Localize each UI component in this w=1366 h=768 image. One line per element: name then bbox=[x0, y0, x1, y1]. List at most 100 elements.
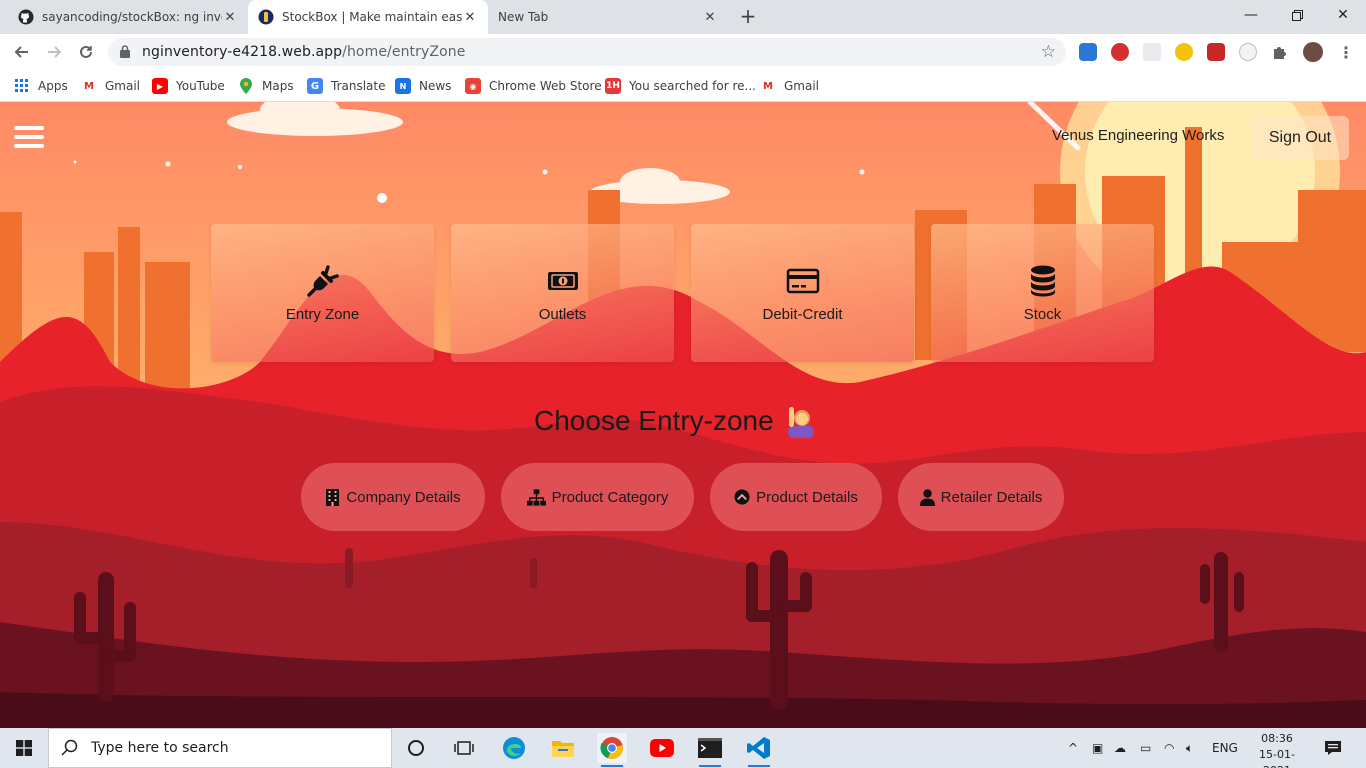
tab-new-tab[interactable]: New Tab ✕ bbox=[488, 0, 728, 34]
youtube-icon: ▶ bbox=[152, 78, 168, 94]
bookmark-news[interactable]: N News bbox=[395, 76, 451, 96]
translate-icon: G bbox=[307, 78, 323, 94]
network-icon[interactable]: ◠ bbox=[1164, 728, 1174, 768]
reload-button[interactable] bbox=[74, 40, 98, 64]
extension-moon-icon[interactable] bbox=[1175, 43, 1193, 61]
apps-grid-icon bbox=[14, 78, 30, 94]
meet-now-icon[interactable]: ▣ bbox=[1092, 728, 1103, 768]
task-view-icon[interactable] bbox=[449, 733, 479, 763]
button-label: Product Category bbox=[551, 488, 669, 506]
bookmark-gmail-2[interactable]: M Gmail bbox=[760, 76, 819, 96]
heading-text: Choose Entry-zone bbox=[534, 405, 774, 436]
plug-icon bbox=[306, 264, 339, 297]
language-indicator[interactable]: ENG bbox=[1212, 728, 1238, 768]
1h-icon: 1H bbox=[605, 78, 621, 94]
system-clock[interactable]: 08:36 15-01-2021 bbox=[1248, 731, 1306, 768]
card-entry-zone[interactable]: Entry Zone bbox=[211, 224, 434, 362]
sign-out-button[interactable]: Sign Out bbox=[1251, 116, 1349, 160]
chevron-up-icon[interactable]: ^ bbox=[1068, 728, 1078, 768]
retailer-details-button[interactable]: Retailer Details bbox=[898, 463, 1064, 531]
minimize-button[interactable]: — bbox=[1228, 0, 1274, 30]
card-label: Debit-Credit bbox=[762, 305, 843, 323]
bookmark-label: Gmail bbox=[784, 79, 820, 93]
search-placeholder: Type here to search bbox=[91, 740, 229, 756]
bookmark-label: Translate bbox=[331, 79, 386, 93]
maps-icon bbox=[238, 78, 254, 94]
windows-start-icon[interactable] bbox=[0, 728, 48, 768]
button-label: Company Details bbox=[346, 488, 461, 506]
back-button[interactable] bbox=[10, 40, 34, 64]
window-close-button[interactable]: ✕ bbox=[1320, 0, 1366, 30]
battery-icon[interactable]: ▭ bbox=[1140, 728, 1151, 768]
button-label: Retailer Details bbox=[940, 488, 1043, 506]
card-outlets[interactable]: Outlets bbox=[451, 224, 674, 362]
bookmark-label: Apps bbox=[38, 79, 68, 93]
gmail-icon: M bbox=[84, 80, 94, 92]
bookmark-translate[interactable]: G Translate bbox=[307, 76, 386, 96]
onedrive-icon[interactable]: ☁ bbox=[1114, 728, 1126, 768]
restore-button[interactable] bbox=[1274, 0, 1320, 30]
tab-github[interactable]: sayancoding/stockBox: ng invent ✕ bbox=[8, 0, 248, 34]
clock-time: 08:36 bbox=[1261, 732, 1293, 745]
tab-title: New Tab bbox=[498, 10, 549, 24]
extension-video-icon[interactable] bbox=[1207, 43, 1225, 61]
vscode-icon[interactable] bbox=[744, 733, 774, 767]
bookmark-star-icon[interactable]: ☆ bbox=[1041, 42, 1056, 62]
card-label: Outlets bbox=[538, 305, 587, 323]
puzzle-icon[interactable] bbox=[1271, 43, 1289, 61]
url-path: /home/entryZone bbox=[342, 44, 466, 60]
youtube-app-icon[interactable] bbox=[647, 733, 677, 763]
product-details-button[interactable]: Product Details bbox=[710, 463, 882, 531]
close-icon[interactable]: ✕ bbox=[462, 9, 478, 25]
product-category-button[interactable]: Product Category bbox=[501, 463, 694, 531]
forward-button[interactable] bbox=[42, 40, 66, 64]
address-bar[interactable]: nginventory-e4218.web.app/home/entryZone… bbox=[108, 38, 1066, 66]
adblock-icon[interactable] bbox=[1111, 43, 1129, 61]
terminal-icon[interactable] bbox=[695, 733, 725, 767]
bookmark-1h[interactable]: 1H You searched for re... bbox=[605, 76, 756, 96]
database-icon bbox=[1030, 265, 1055, 296]
bookmark-webstore[interactable]: ◉ Chrome Web Store bbox=[465, 76, 602, 96]
tab-title: StockBox | Make maintain easy bbox=[282, 10, 462, 24]
menu-kebab-icon[interactable]: ⋮ bbox=[1334, 40, 1358, 64]
extension-clock-icon[interactable] bbox=[1239, 43, 1257, 61]
stockbox-icon bbox=[258, 9, 274, 25]
browser-toolbar: nginventory-e4218.web.app/home/entryZone… bbox=[0, 34, 1366, 70]
company-details-button[interactable]: Company Details bbox=[301, 463, 485, 531]
bookmark-youtube[interactable]: ▶ YouTube bbox=[152, 76, 225, 96]
bookmark-label: YouTube bbox=[176, 79, 225, 93]
close-icon[interactable]: ✕ bbox=[702, 9, 718, 25]
tab-strip: sayancoding/stockBox: ng invent ✕ StockB… bbox=[0, 0, 1366, 34]
bookmarks-bar: Apps M Gmail ▶ YouTube Maps G Translate N Ne… bbox=[0, 70, 1366, 102]
tab-stockbox[interactable]: StockBox | Make maintain easy ✕ bbox=[248, 0, 488, 34]
card-label: Entry Zone bbox=[285, 305, 360, 323]
bookmark-apps[interactable]: Apps bbox=[14, 76, 68, 96]
edge-icon[interactable] bbox=[499, 733, 529, 763]
bookmark-maps[interactable]: Maps bbox=[238, 76, 294, 96]
volume-icon[interactable]: 🔈︎ bbox=[1186, 728, 1193, 768]
bookmark-label: Chrome Web Store bbox=[489, 79, 602, 93]
hamburger-menu-icon[interactable] bbox=[14, 126, 44, 150]
card-stock[interactable]: Stock bbox=[931, 224, 1154, 362]
profile-avatar-icon[interactable] bbox=[1303, 42, 1323, 62]
taskbar-search-box[interactable]: Type here to search bbox=[48, 728, 392, 768]
raising-hand-icon bbox=[787, 407, 814, 438]
page-viewport: Venus Engineering Works Sign Out Entry Z… bbox=[0, 102, 1366, 728]
file-explorer-icon[interactable] bbox=[548, 733, 578, 763]
github-icon bbox=[18, 9, 34, 25]
chrome-icon[interactable] bbox=[597, 733, 627, 767]
extension-blank-icon[interactable] bbox=[1143, 43, 1161, 61]
close-icon[interactable]: ✕ bbox=[222, 9, 238, 25]
clock-date: 15-01-2021 bbox=[1259, 748, 1295, 768]
tab-title: sayancoding/stockBox: ng invent bbox=[42, 10, 222, 24]
card-label: Stock bbox=[1023, 305, 1062, 323]
url-text: nginventory-e4218.web.app/home/entryZone bbox=[142, 44, 465, 60]
card-debit-credit[interactable]: Debit-Credit bbox=[691, 224, 914, 362]
notifications-icon[interactable] bbox=[1324, 728, 1342, 768]
bookmark-label: You searched for re... bbox=[629, 79, 756, 93]
extension-remote-icon[interactable] bbox=[1079, 43, 1097, 61]
new-tab-button[interactable]: + bbox=[736, 5, 760, 29]
money-bill-icon bbox=[547, 271, 578, 290]
cortana-icon[interactable] bbox=[401, 733, 431, 763]
bookmark-gmail[interactable]: M Gmail bbox=[81, 76, 140, 96]
